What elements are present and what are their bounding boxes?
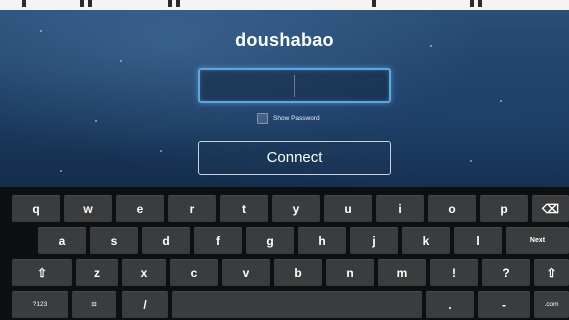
strip-mark [176,0,180,7]
key-q[interactable]: q [12,195,60,222]
star [95,120,97,122]
key-f[interactable]: f [194,227,242,254]
star [120,60,122,62]
key-w[interactable]: w [64,195,112,222]
key-v[interactable]: v [222,259,270,286]
screen: doushabao Show Password Connect q w e r … [0,0,569,320]
key-e[interactable]: e [116,195,164,222]
strip-mark [88,0,92,7]
shift-right-key[interactable]: ⇧ [534,259,569,286]
dotcom-key[interactable]: .com [534,291,569,318]
key-o[interactable]: o [428,195,476,222]
delete-icon: ⌫ [542,201,559,216]
key-k[interactable]: k [402,227,450,254]
dash-key[interactable]: - [478,291,530,318]
key-s[interactable]: s [90,227,138,254]
key-y[interactable]: y [272,195,320,222]
key-n[interactable]: n [326,259,374,286]
key-question[interactable]: ? [482,259,530,286]
key-d[interactable]: d [142,227,190,254]
strip-mark [372,0,376,7]
shift-icon: ⇧ [36,265,48,280]
key-u[interactable]: u [324,195,372,222]
top-strip [0,0,569,10]
show-password-label: Show Password [273,114,320,122]
delete-key[interactable]: ⌫ [532,195,569,222]
next-key[interactable]: Next [506,227,569,254]
connect-button[interactable]: Connect [198,141,391,175]
strip-mark [80,0,84,7]
star [160,150,162,152]
slash-key[interactable]: / [122,291,168,318]
key-exclamation[interactable]: ! [430,259,478,286]
key-h[interactable]: h [298,227,346,254]
period-key[interactable]: . [426,291,474,318]
key-x[interactable]: x [122,259,166,286]
key-b[interactable]: b [274,259,322,286]
settings-key[interactable]: ⌗ [72,291,116,318]
shift-left-key[interactable]: ⇧ [12,259,72,286]
settings-icon: ⌗ [91,299,97,309]
key-t[interactable]: t [220,195,268,222]
strip-mark [22,0,26,7]
space-key[interactable] [172,291,422,318]
text-cursor [294,75,295,97]
key-r[interactable]: r [168,195,216,222]
key-l[interactable]: l [454,227,502,254]
show-password-row[interactable]: Show Password [257,112,320,124]
key-j[interactable]: j [350,227,398,254]
symbols-key[interactable]: ?123 [12,291,68,318]
strip-mark [168,0,172,7]
on-screen-keyboard: q w e r t y u i o p ⌫ a s d f g h j k l … [0,187,569,320]
key-z[interactable]: z [76,259,118,286]
strip-mark [478,0,482,7]
shift-icon: ⇧ [546,265,557,280]
key-p[interactable]: p [480,195,528,222]
strip-mark [470,0,474,7]
key-g[interactable]: g [246,227,294,254]
star [500,100,502,102]
star [60,170,62,172]
key-c[interactable]: c [170,259,218,286]
key-m[interactable]: m [378,259,426,286]
key-a[interactable]: a [38,227,86,254]
key-i[interactable]: i [376,195,424,222]
show-password-checkbox[interactable] [257,112,268,124]
network-name-title: doushabao [235,30,334,50]
star [470,160,472,162]
